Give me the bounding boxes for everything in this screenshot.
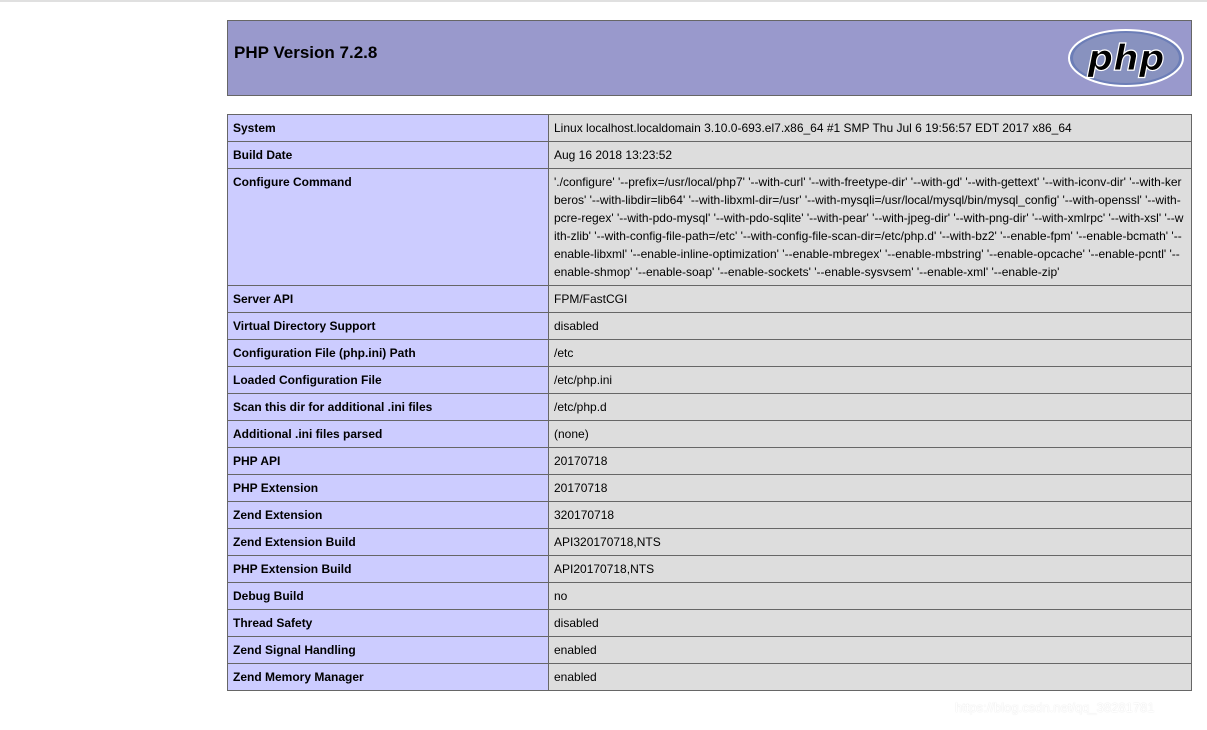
- row-value: './configure' '--prefix=/usr/local/php7'…: [548, 168, 1192, 286]
- row-value: 20170718: [548, 447, 1192, 475]
- row-key: Server API: [227, 285, 549, 313]
- row-value: /etc/php.d: [548, 393, 1192, 421]
- row-key: Configure Command: [227, 168, 549, 286]
- table-row: Zend Extension 320170718: [227, 501, 1192, 529]
- row-key: Thread Safety: [227, 609, 549, 637]
- row-value: 20170718: [548, 474, 1192, 502]
- row-value: disabled: [548, 312, 1192, 340]
- table-row: Virtual Directory Support disabled: [227, 312, 1192, 340]
- table-row: Debug Build no: [227, 582, 1192, 610]
- row-key: Zend Extension Build: [227, 528, 549, 556]
- row-key: Virtual Directory Support: [227, 312, 549, 340]
- phpinfo-table-body: System Linux localhost.localdomain 3.10.0…: [227, 114, 1192, 691]
- row-value: Linux localhost.localdomain 3.10.0-693.e…: [548, 114, 1192, 142]
- table-row: Configuration File (php.ini) Path/etc: [227, 339, 1192, 367]
- row-key: Additional .ini files parsed: [227, 420, 549, 448]
- row-key: Build Date: [227, 141, 549, 169]
- page-title: PHP Version 7.2.8: [234, 43, 378, 62]
- phpinfo-header: PHP Version 7.2.8 php: [227, 20, 1192, 96]
- row-value: /etc: [548, 339, 1192, 367]
- row-value: API20170718,NTS: [548, 555, 1192, 583]
- table-row: Loaded Configuration File/etc/php.ini: [227, 366, 1192, 394]
- row-value: 320170718: [548, 501, 1192, 529]
- phpinfo-table: System Linux localhost.localdomain 3.10.0…: [227, 114, 1192, 691]
- watermark-text: https://blog.csdn.net/qq_38281781: [955, 700, 1155, 715]
- table-row: PHP API 20170718: [227, 447, 1192, 475]
- row-key: Zend Signal Handling: [227, 636, 549, 664]
- table-row: Scan this dir for additional .ini files /…: [227, 393, 1192, 421]
- row-key: Loaded Configuration File: [227, 366, 549, 394]
- row-key: Zend Memory Manager: [227, 663, 549, 691]
- row-value: disabled: [548, 609, 1192, 637]
- row-key: Zend Extension: [227, 501, 549, 529]
- table-row: Server API FPM/FastCGI: [227, 285, 1192, 313]
- table-row: Additional .ini files parsed (none): [227, 420, 1192, 448]
- row-value: enabled: [548, 663, 1192, 691]
- row-value: (none): [548, 420, 1192, 448]
- row-key: Debug Build: [227, 582, 549, 610]
- row-value: enabled: [548, 636, 1192, 664]
- row-key: PHP Extension Build: [227, 555, 549, 583]
- row-key: Configuration File (php.ini) Path: [227, 339, 549, 367]
- table-row: PHP Extension Build API20170718,NTS: [227, 555, 1192, 583]
- table-row: PHP Extension 20170718: [227, 474, 1192, 502]
- table-row: Configure Command './configure' '--prefix…: [227, 168, 1192, 286]
- php-logo-text: php: [1086, 38, 1164, 79]
- row-value: no: [548, 582, 1192, 610]
- row-key: PHP API: [227, 447, 549, 475]
- php-logo-icon: php: [1068, 29, 1184, 87]
- top-divider: [0, 0, 1207, 2]
- table-row: Build Date Aug 16 2018 13:23:52: [227, 141, 1192, 169]
- row-key: PHP Extension: [227, 474, 549, 502]
- table-row: Zend Extension Build API320170718,NTS: [227, 528, 1192, 556]
- row-value: FPM/FastCGI: [548, 285, 1192, 313]
- row-value: Aug 16 2018 13:23:52: [548, 141, 1192, 169]
- table-row: Thread Safety disabled: [227, 609, 1192, 637]
- row-key: Scan this dir for additional .ini files: [227, 393, 549, 421]
- table-row: Zend Signal Handling enabled: [227, 636, 1192, 664]
- row-value: /etc/php.ini: [548, 366, 1192, 394]
- table-row: Zend Memory Manager enabled: [227, 663, 1192, 691]
- row-value: API320170718,NTS: [548, 528, 1192, 556]
- row-key: System: [227, 114, 549, 142]
- table-row: System Linux localhost.localdomain 3.10.0…: [227, 114, 1192, 142]
